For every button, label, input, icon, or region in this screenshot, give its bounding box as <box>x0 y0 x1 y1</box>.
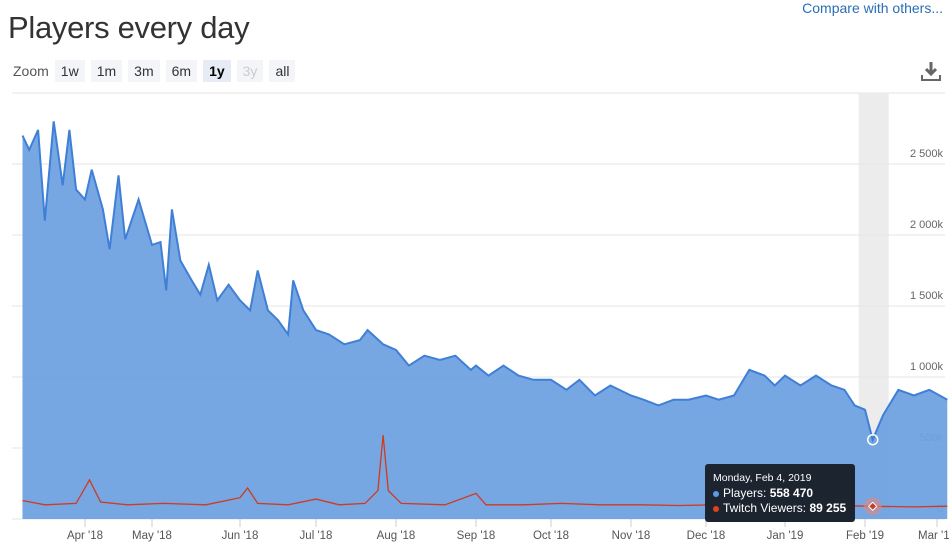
x-tick-label: Apr '18 <box>67 530 103 542</box>
players-area <box>22 121 948 520</box>
tooltip-date: Monday, Feb 4, 2019 <box>713 472 812 484</box>
tooltip: Monday, Feb 4, 2019 Players: 558 470 Twi… <box>705 464 855 522</box>
x-tick-label: Mar '19 <box>918 530 949 542</box>
twitch-dot-icon <box>713 505 719 512</box>
y-tick-label: 1 000k <box>910 361 944 373</box>
x-tick-label: Feb '19 <box>846 530 884 542</box>
x-tick-label: Nov '18 <box>612 530 651 542</box>
x-tick-label: Sep '18 <box>457 530 496 542</box>
players-dot-icon <box>713 490 719 497</box>
y-tick-label: 2 500k <box>910 148 944 160</box>
x-tick-label: May '18 <box>132 530 172 542</box>
tooltip-players-label: Players: <box>723 486 770 500</box>
tooltip-twitch-value: 89 255 <box>809 501 847 515</box>
x-tick-label: Jun '18 <box>222 530 259 542</box>
tooltip-twitch-label: Twitch Viewers: <box>723 501 810 515</box>
x-tick-label: Oct '18 <box>533 530 569 542</box>
tooltip-players-value: 558 470 <box>769 486 814 500</box>
x-tick-label: Dec '18 <box>687 530 726 542</box>
y-tick-label: 1 500k <box>910 290 944 302</box>
x-tick-label: Jul '18 <box>300 530 333 542</box>
x-tick-label: Aug '18 <box>377 530 416 542</box>
x-tick-label: Jan '19 <box>767 530 804 542</box>
y-tick-label: 2 000k <box>910 219 944 231</box>
